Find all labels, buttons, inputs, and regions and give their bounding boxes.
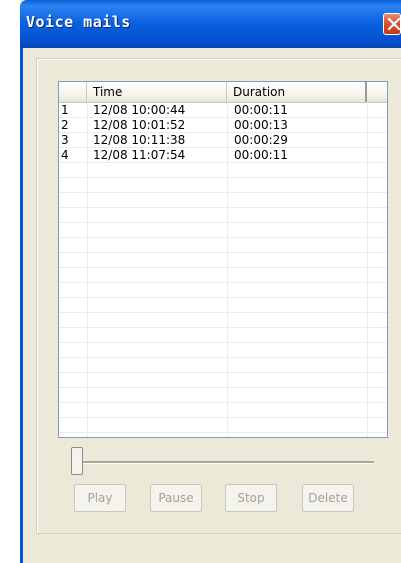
delete-button[interactable]: Delete bbox=[302, 484, 354, 512]
voicemail-list[interactable]: Time Duration 1 12/08 10:00:44 00:00:11 … bbox=[58, 81, 388, 438]
grid-line bbox=[59, 312, 387, 313]
stop-button[interactable]: Stop bbox=[225, 484, 277, 512]
row-index: 1 bbox=[61, 103, 69, 117]
row-index: 4 bbox=[61, 148, 69, 162]
row-time: 12/08 10:11:38 bbox=[93, 133, 186, 147]
grid-line bbox=[59, 432, 387, 433]
row-index: 2 bbox=[61, 118, 69, 132]
list-header: Time Duration bbox=[59, 82, 387, 103]
grid-line bbox=[59, 177, 387, 178]
close-button[interactable] bbox=[383, 13, 401, 35]
playback-slider-track[interactable] bbox=[78, 461, 374, 464]
grid-line bbox=[59, 252, 387, 253]
row-duration: 00:00:29 bbox=[234, 133, 288, 147]
grid-line bbox=[59, 417, 387, 418]
grid-line bbox=[59, 222, 387, 223]
grid-line bbox=[59, 357, 387, 358]
grid-line bbox=[59, 387, 387, 388]
row-time: 12/08 11:07:54 bbox=[93, 148, 186, 162]
pause-button[interactable]: Pause bbox=[150, 484, 202, 512]
window-title: Voice mails bbox=[26, 13, 131, 31]
grid-line bbox=[59, 402, 387, 403]
grid-line bbox=[59, 192, 387, 193]
playback-slider-thumb[interactable] bbox=[71, 447, 83, 475]
column-header-time[interactable]: Time bbox=[87, 82, 227, 102]
row-time: 12/08 10:00:44 bbox=[93, 103, 186, 117]
grid-line bbox=[59, 282, 387, 283]
grid-line bbox=[59, 372, 387, 373]
row-time: 12/08 10:01:52 bbox=[93, 118, 186, 132]
grid-line bbox=[59, 327, 387, 328]
column-header-index[interactable] bbox=[59, 82, 87, 102]
grid-line bbox=[59, 342, 387, 343]
row-duration: 00:00:11 bbox=[234, 148, 288, 162]
list-row[interactable]: 2 12/08 10:01:52 00:00:13 bbox=[59, 118, 387, 133]
row-index: 3 bbox=[61, 133, 69, 147]
voice-mails-window: Voice mails Time Duration 1 12/08 10:00:… bbox=[20, 0, 401, 563]
list-row[interactable]: 4 12/08 11:07:54 00:00:11 bbox=[59, 148, 387, 163]
list-row[interactable]: 3 12/08 10:11:38 00:00:29 bbox=[59, 133, 387, 148]
column-header-duration[interactable]: Duration bbox=[227, 82, 367, 102]
row-duration: 00:00:11 bbox=[234, 103, 288, 117]
grid-line bbox=[59, 267, 387, 268]
title-bar[interactable]: Voice mails bbox=[20, 0, 401, 48]
list-row[interactable]: 1 12/08 10:00:44 00:00:11 bbox=[59, 103, 387, 118]
grid-line bbox=[59, 297, 387, 298]
grid-line bbox=[59, 207, 387, 208]
grid-line bbox=[59, 237, 387, 238]
play-button[interactable]: Play bbox=[74, 484, 126, 512]
row-duration: 00:00:13 bbox=[234, 118, 288, 132]
window-border bbox=[20, 48, 23, 563]
close-icon bbox=[388, 18, 400, 30]
